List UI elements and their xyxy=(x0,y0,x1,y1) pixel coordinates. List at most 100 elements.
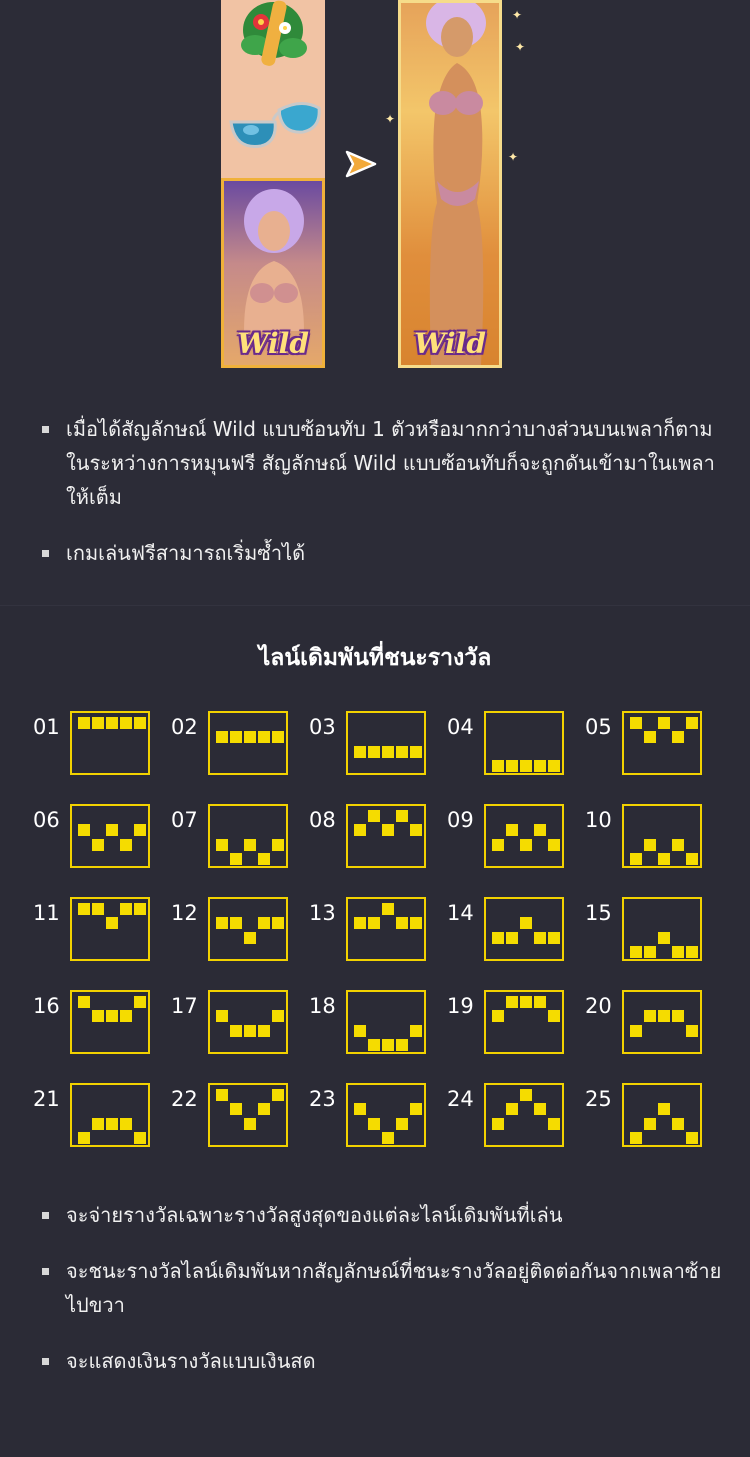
payline-cell xyxy=(272,917,284,929)
payline-number: 16 xyxy=(33,994,60,1018)
payline-number: 20 xyxy=(585,994,612,1018)
payline-cell xyxy=(134,996,146,1008)
payline-cell xyxy=(120,1118,132,1130)
payline-number: 11 xyxy=(33,901,60,925)
rule-text: เมื่อได้สัญลักษณ์ Wild แบบซ้อนทับ 1 ตัวห… xyxy=(66,417,715,509)
arrow-right-icon xyxy=(345,150,377,178)
paylines-grid: 01 02 03 04 05 06 07 08 09 10 11 12 13 14 15 16 17 18 19 20… xyxy=(33,711,723,1151)
payline-cell xyxy=(658,1010,670,1022)
payline-cell xyxy=(686,717,698,729)
sunglasses-symbol-icon xyxy=(221,80,325,176)
payline-cell xyxy=(368,1118,380,1130)
payline-cell xyxy=(368,917,380,929)
payline-cell xyxy=(134,717,146,729)
payline-01: 01 xyxy=(33,711,173,777)
payline-cell xyxy=(78,1132,90,1144)
list-item: เกมเล่นฟรีสามารถเริ่มซ้ำได้ xyxy=(40,536,720,570)
payline-cell xyxy=(548,839,560,851)
payline-20: 20 xyxy=(585,990,725,1056)
payline-cell xyxy=(534,1103,546,1115)
payline-cell xyxy=(672,1118,684,1130)
payline-cell xyxy=(78,824,90,836)
payline-cell xyxy=(506,1103,518,1115)
payline-number: 12 xyxy=(171,901,198,925)
payline-cell xyxy=(368,810,380,822)
payline-cell xyxy=(120,1010,132,1022)
bullet-icon xyxy=(42,550,49,557)
payline-number: 18 xyxy=(309,994,336,1018)
payline-diagram xyxy=(484,990,564,1054)
payline-number: 02 xyxy=(171,715,198,739)
payline-cell xyxy=(216,1010,228,1022)
payline-cell xyxy=(644,1010,656,1022)
payline-cell xyxy=(520,839,532,851)
payline-24: 24 xyxy=(447,1083,587,1149)
payline-cell xyxy=(520,996,532,1008)
payline-cell xyxy=(548,1118,560,1130)
payline-number: 24 xyxy=(447,1087,474,1111)
wild-label-big: Wild xyxy=(414,327,486,360)
feature-illustration-section: Wild Wild ✦ ✦ ✦ ✦ เมื่อได้สัญลักษณ์ Wild… xyxy=(0,0,750,605)
payline-cell xyxy=(396,917,408,929)
payline-cell xyxy=(354,1103,366,1115)
payline-cell xyxy=(492,1118,504,1130)
rule-text: เกมเล่นฟรีสามารถเริ่มซ้ำได้ xyxy=(66,541,306,565)
payout-rules-list: จะจ่ายรางวัลเฉพาะรางวัลสูงสุดของแต่ละไลน… xyxy=(40,1198,730,1400)
payline-cell xyxy=(534,932,546,944)
bullet-icon xyxy=(42,1358,49,1365)
sparkle-icon: ✦ xyxy=(512,8,523,22)
payline-23: 23 xyxy=(309,1083,449,1149)
payline-08: 08 xyxy=(309,804,449,870)
payline-cell xyxy=(644,731,656,743)
payline-cell xyxy=(396,1118,408,1130)
payline-diagram xyxy=(70,804,150,868)
payline-number: 05 xyxy=(585,715,612,739)
payline-number: 22 xyxy=(171,1087,198,1111)
payline-cell xyxy=(92,717,104,729)
payline-cell xyxy=(120,717,132,729)
payline-cell xyxy=(230,731,242,743)
sparkle-icon: ✦ xyxy=(385,112,396,126)
payline-cell xyxy=(354,746,366,758)
payline-cell xyxy=(244,1025,256,1037)
wild-symbol-small: Wild xyxy=(221,178,325,368)
payline-11: 11 xyxy=(33,897,173,963)
payline-cell xyxy=(534,996,546,1008)
payline-16: 16 xyxy=(33,990,173,1056)
payline-cell xyxy=(258,731,270,743)
payline-cell xyxy=(410,917,422,929)
rule-text: จะชนะรางวัลไลน์เดิมพันหากสัญลักษณ์ที่ชนะ… xyxy=(66,1259,722,1317)
payline-cell xyxy=(92,1010,104,1022)
payline-diagram xyxy=(484,804,564,868)
payline-cell xyxy=(368,746,380,758)
payline-cell xyxy=(216,917,228,929)
payline-cell xyxy=(686,853,698,865)
paylines-title: ไลน์เดิมพันที่ชนะรางวัล xyxy=(258,645,492,671)
payline-diagram xyxy=(622,897,702,961)
payline-cell xyxy=(672,946,684,958)
payline-diagram xyxy=(484,897,564,961)
payline-cell xyxy=(354,824,366,836)
payline-cell xyxy=(658,853,670,865)
payline-number: 10 xyxy=(585,808,612,832)
payline-22: 22 xyxy=(171,1083,311,1149)
payline-cell xyxy=(548,932,560,944)
payline-diagram xyxy=(346,897,426,961)
payline-cell xyxy=(106,824,118,836)
wild-character-icon xyxy=(244,189,304,331)
payline-cell xyxy=(492,839,504,851)
payline-17: 17 xyxy=(171,990,311,1056)
payline-diagram xyxy=(208,1083,288,1147)
payline-number: 09 xyxy=(447,808,474,832)
payline-cell xyxy=(134,903,146,915)
payline-cell xyxy=(244,1118,256,1130)
payline-cell xyxy=(410,746,422,758)
payline-cell xyxy=(106,1118,118,1130)
payline-cell xyxy=(644,839,656,851)
payline-02: 02 xyxy=(171,711,311,777)
payline-cell xyxy=(686,946,698,958)
payline-09: 09 xyxy=(447,804,587,870)
payline-diagram xyxy=(208,711,288,775)
payline-cell xyxy=(410,824,422,836)
payline-cell xyxy=(244,839,256,851)
